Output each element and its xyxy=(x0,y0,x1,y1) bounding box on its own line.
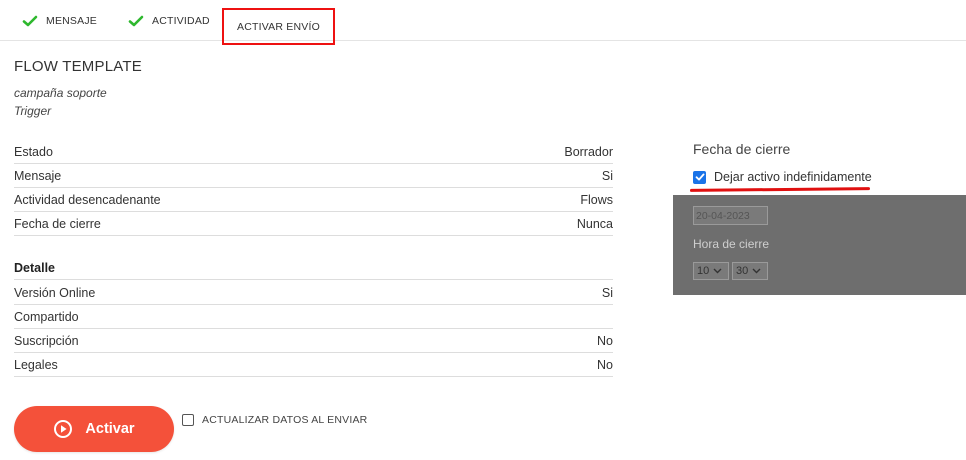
minute-select[interactable]: 30 xyxy=(732,262,768,280)
tab-actividad[interactable]: ACTIVIDAD xyxy=(128,0,210,41)
row-label: Suscripción xyxy=(14,333,79,348)
activar-button[interactable]: Activar xyxy=(14,406,174,452)
chevron-down-icon xyxy=(752,268,761,274)
campaign-name: campaña soporte xyxy=(14,86,107,100)
campaign-type: Trigger xyxy=(14,104,52,118)
detail-row-suscripcion: Suscripción No xyxy=(14,329,613,353)
page-title: FLOW TEMPLATE xyxy=(14,58,142,75)
summary-row-actividad: Actividad desencadenante Flows xyxy=(14,188,613,212)
closing-date-input[interactable]: 20-04-2023 xyxy=(693,206,768,225)
row-value: Si xyxy=(601,285,613,300)
actualizar-datos-option: ACTUALIZAR DATOS AL ENVIAR xyxy=(182,414,367,426)
detail-row-version-online: Versión Online Si xyxy=(14,281,613,305)
check-icon xyxy=(128,15,144,26)
highlight-underline xyxy=(689,187,871,192)
tab-label: ACTIVAR ENVÍO xyxy=(237,20,320,33)
detail-heading: Detalle xyxy=(14,256,613,280)
tab-label: ACTIVIDAD xyxy=(152,14,210,27)
row-label: Legales xyxy=(14,357,58,372)
row-label: Actividad desencadenante xyxy=(14,192,161,207)
minute-value: 30 xyxy=(736,265,749,277)
row-value: No xyxy=(597,357,613,372)
indefinite-option: Dejar activo indefinidamente xyxy=(693,170,872,184)
activar-label: Activar xyxy=(85,421,135,437)
actualizar-datos-checkbox[interactable] xyxy=(182,414,194,426)
hour-value: 10 xyxy=(697,265,710,277)
summary-row-estado: Estado Borrador xyxy=(14,140,613,164)
summary-row-mensaje: Mensaje Si xyxy=(14,164,613,188)
closing-date-title: Fecha de cierre xyxy=(693,141,791,157)
row-label: Mensaje xyxy=(14,168,62,183)
row-label: Versión Online xyxy=(14,285,96,300)
indefinite-checkbox[interactable] xyxy=(693,170,706,184)
row-value: Borrador xyxy=(564,144,613,159)
actualizar-datos-label: ACTUALIZAR DATOS AL ENVIAR xyxy=(202,414,368,426)
closing-time-label: Hora de cierre xyxy=(693,237,770,251)
row-label: Estado xyxy=(14,144,53,159)
row-value: No xyxy=(597,333,613,348)
row-label: Compartido xyxy=(14,309,79,324)
check-icon xyxy=(22,15,38,26)
chevron-down-icon xyxy=(713,268,722,274)
summary-row-fecha-cierre: Fecha de cierre Nunca xyxy=(14,212,613,236)
tab-mensaje[interactable]: MENSAJE xyxy=(22,0,97,41)
play-circle-icon xyxy=(54,420,73,438)
tab-activar-envio[interactable]: ACTIVAR ENVÍO xyxy=(222,8,335,45)
wizard-tabs: MENSAJE ACTIVIDAD ACTIVAR ENVÍO xyxy=(0,0,966,45)
checkmark-icon xyxy=(695,173,704,181)
detail-row-compartido: Compartido xyxy=(14,305,613,329)
row-value: Si xyxy=(601,168,613,183)
hour-select[interactable]: 10 xyxy=(693,262,729,280)
row-value: Nunca xyxy=(576,216,613,231)
indefinite-label: Dejar activo indefinidamente xyxy=(714,170,872,184)
tab-label: MENSAJE xyxy=(46,14,97,27)
detail-row-legales: Legales No xyxy=(14,353,613,377)
row-value: Flows xyxy=(580,192,613,207)
row-label: Fecha de cierre xyxy=(14,216,101,231)
